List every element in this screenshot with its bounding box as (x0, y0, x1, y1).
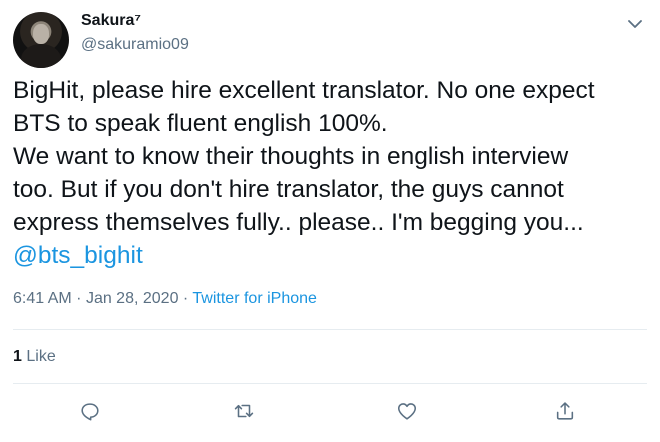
share-icon[interactable] (554, 400, 576, 422)
mention-link[interactable]: @bts_bighit (13, 242, 143, 269)
tweet-date[interactable]: Jan 28, 2020 (86, 290, 179, 307)
tweet-text: BigHit, please hire excellent translator… (13, 74, 653, 272)
heart-icon[interactable] (396, 400, 418, 422)
tweet-text-line: BigHit, please hire excellent translator… (13, 77, 595, 104)
tweet-meta: 6:41 AM · Jan 28, 2020 · Twitter for iPh… (13, 290, 317, 308)
tweet-text-line: BTS to speak fluent english 100%. (13, 110, 388, 137)
tweet-text-line: too. But if you don't hire translator, t… (13, 176, 564, 203)
likes-count[interactable]: 1 Like (13, 348, 56, 366)
like-count-label: Like (26, 348, 56, 365)
like-count-value: 1 (13, 348, 22, 365)
reply-icon[interactable] (79, 400, 101, 422)
retweet-icon[interactable] (233, 400, 255, 422)
avatar[interactable] (13, 12, 69, 68)
chevron-down-icon[interactable] (628, 16, 642, 28)
tweet-text-line: express themselves fully.. please.. I'm … (13, 209, 584, 236)
meta-separator: · (76, 290, 82, 307)
meta-separator: · (182, 290, 189, 307)
divider (13, 329, 647, 330)
tweet-time[interactable]: 6:41 AM (13, 290, 72, 307)
tweet-source-link[interactable]: Twitter for iPhone (192, 290, 317, 307)
divider (13, 383, 647, 384)
tweet-text-line: We want to know their thoughts in englis… (13, 143, 569, 170)
author-name[interactable]: Sakura⁷ (81, 12, 141, 30)
author-handle[interactable]: @sakuramio09 (81, 36, 189, 54)
